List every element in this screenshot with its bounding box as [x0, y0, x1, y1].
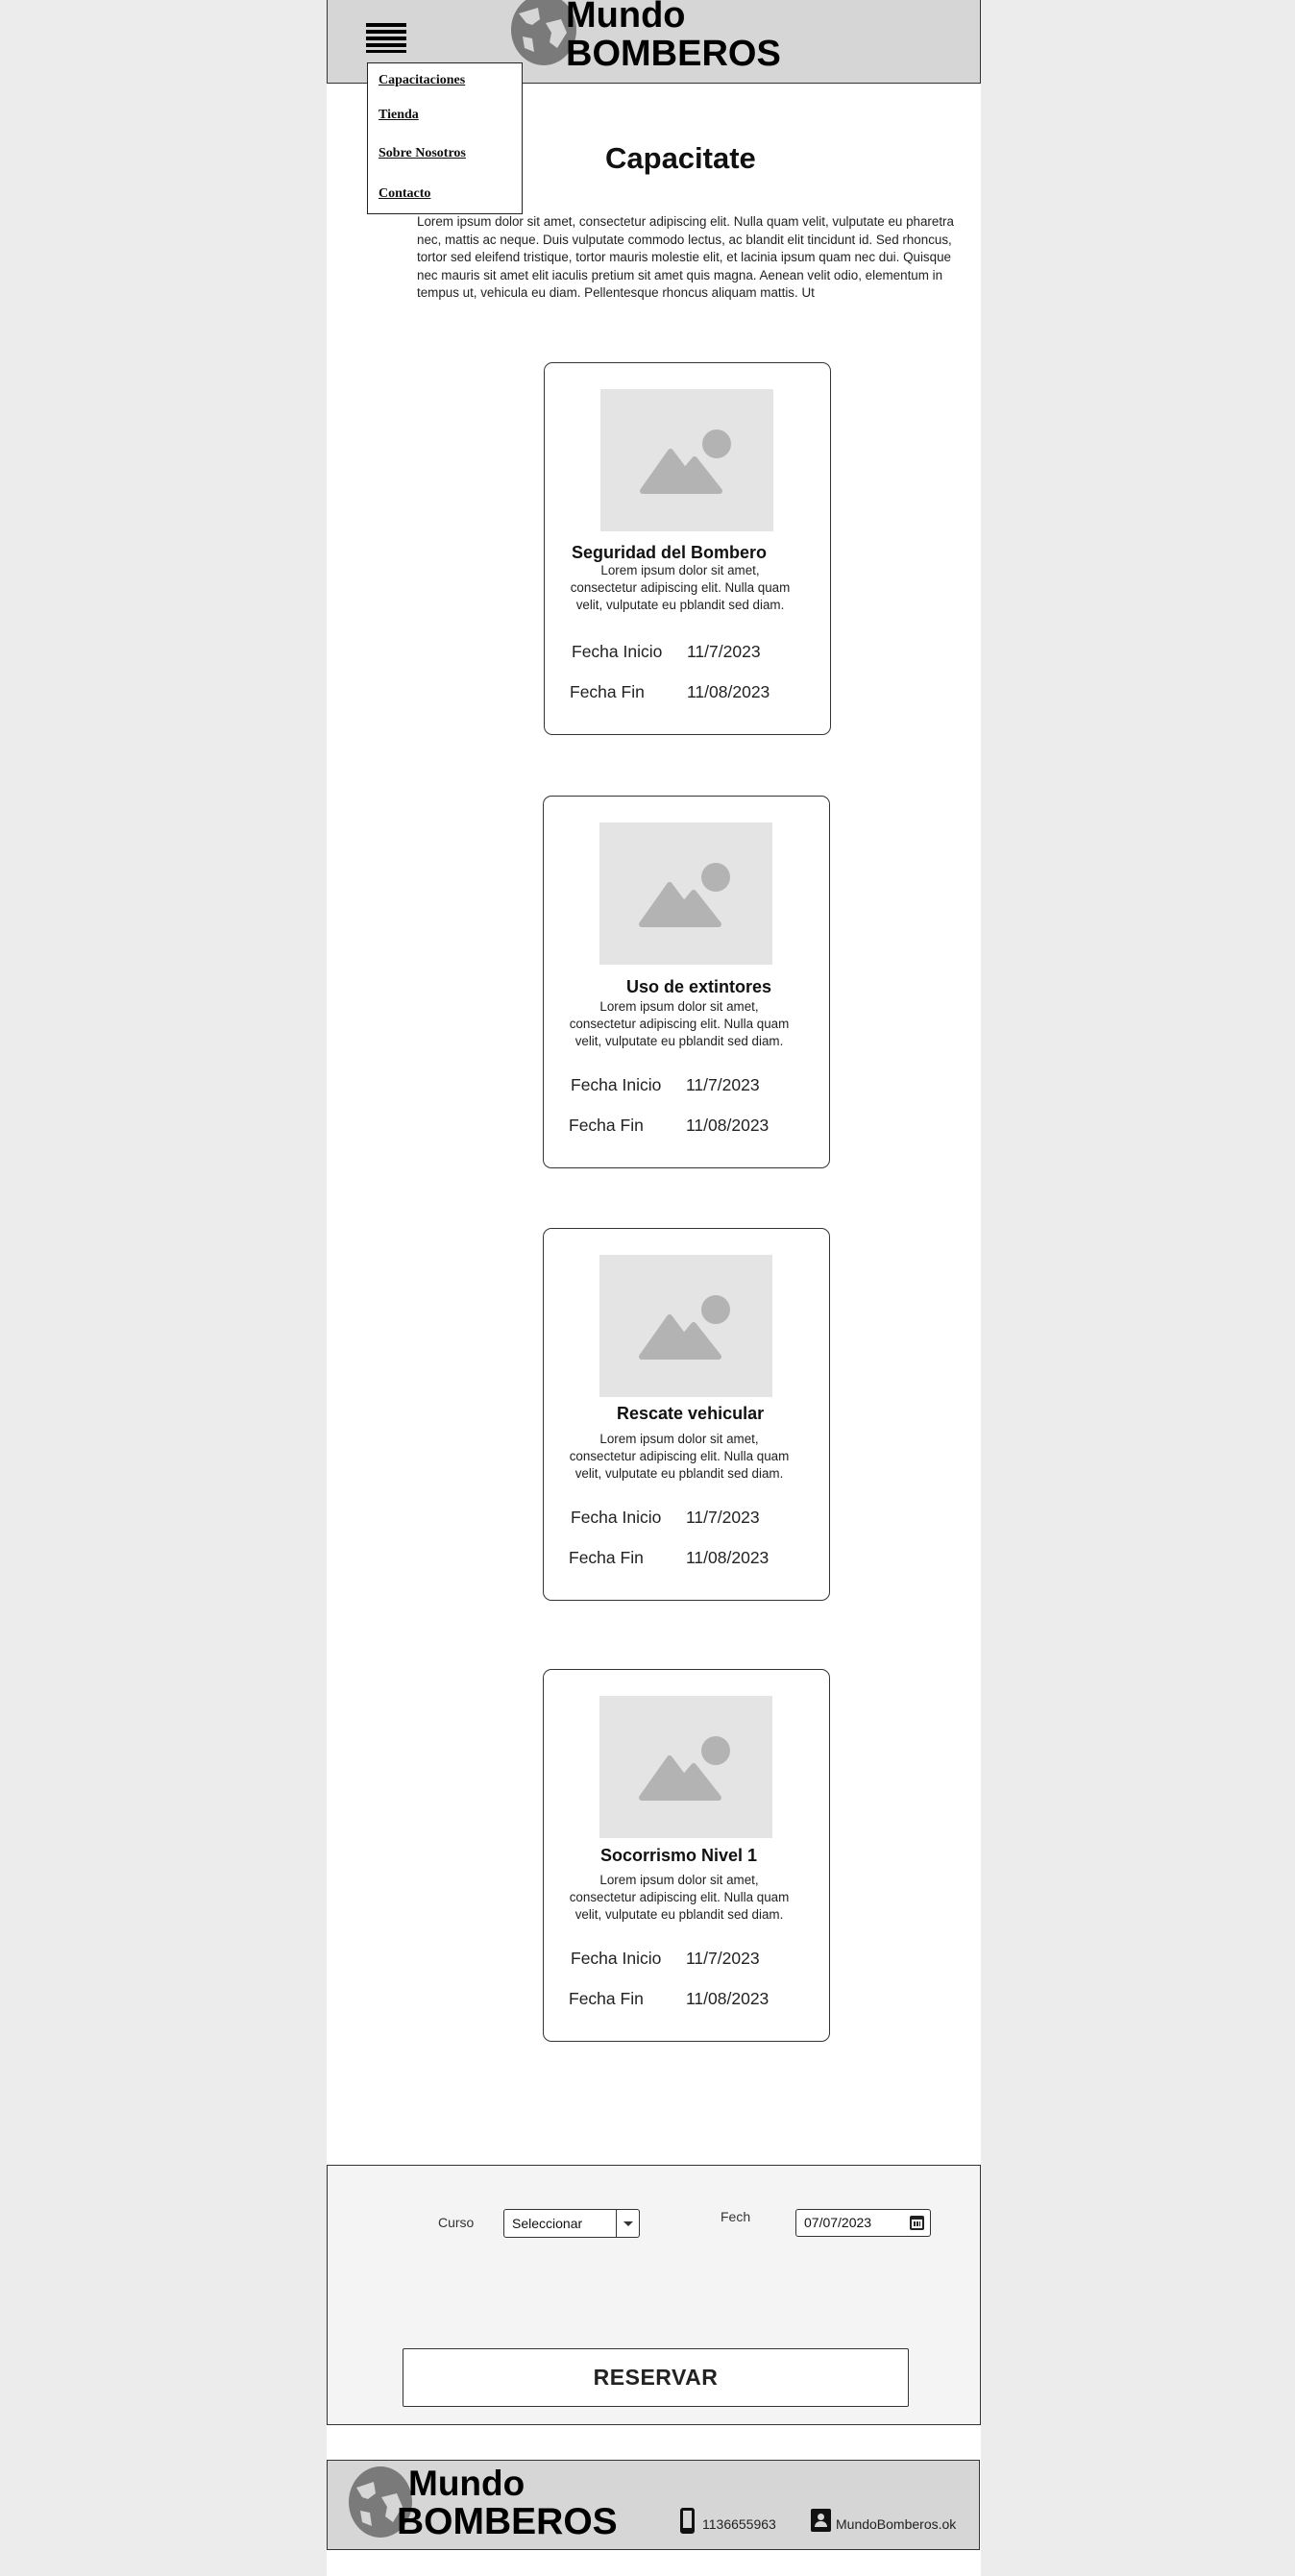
course-select[interactable]: Seleccionar — [503, 2209, 640, 2238]
start-date-value: 11/7/2023 — [686, 1508, 760, 1527]
end-date-value: 11/08/2023 — [686, 1989, 770, 2008]
date-input-value: 07/07/2023 — [804, 2215, 872, 2230]
image-placeholder-icon — [599, 822, 772, 965]
chevron-down-icon[interactable] — [616, 2210, 639, 2237]
end-date-label: Fecha Fin — [569, 1989, 644, 2008]
course-select-value: Seleccionar — [512, 2216, 583, 2231]
phone-icon — [680, 2508, 695, 2534]
end-date-value: 11/08/2023 — [687, 682, 770, 701]
end-date-label: Fecha Fin — [569, 1116, 644, 1135]
course-card[interactable]: Seguridad del Bombero Lorem ipsum dolor … — [544, 362, 831, 735]
course-title: Seguridad del Bombero — [572, 543, 768, 562]
start-date-value: 11/7/2023 — [687, 642, 761, 661]
course-title: Socorrismo Nivel 1 — [600, 1846, 758, 1865]
end-date-value: 11/08/2023 — [686, 1116, 770, 1135]
nav-item-contacto[interactable]: Contacto — [379, 186, 430, 202]
brand-line-2: BOMBEROS — [566, 34, 781, 74]
nav-item-capacitaciones[interactable]: Capacitaciones — [379, 73, 465, 88]
contact-handle[interactable]: MundoBomberos.ok — [836, 2516, 956, 2532]
course-title: Rescate vehicular — [617, 1404, 765, 1423]
booking-form: Curso Seleccionar Fech 07/07/2023 RESERV… — [327, 2165, 981, 2425]
page: Mundo BOMBEROS Capacitaciones Tienda Sob… — [327, 0, 981, 2576]
image-placeholder-icon — [600, 389, 773, 531]
brand-line-1: Mundo — [566, 0, 686, 36]
date-label: Fech — [721, 2209, 751, 2224]
start-date-label: Fecha Inicio — [572, 642, 663, 661]
image-placeholder-icon — [599, 1696, 772, 1838]
course-card[interactable]: Rescate vehicular Lorem ipsum dolor sit … — [543, 1228, 830, 1601]
hamburger-menu-icon[interactable] — [366, 23, 406, 53]
course-label: Curso — [438, 2215, 475, 2230]
course-card[interactable]: Uso de extintores Lorem ipsum dolor sit … — [543, 796, 830, 1168]
course-description: Lorem ipsum dolor sit amet, consectetur … — [569, 999, 790, 1049]
calendar-icon[interactable] — [910, 2216, 924, 2230]
date-input[interactable]: 07/07/2023 — [795, 2209, 931, 2237]
footer: Mundo BOMBEROS 1136655963 MundoBomberos.… — [327, 2460, 980, 2550]
start-date-label: Fecha Inicio — [571, 1949, 662, 1968]
start-date-label: Fecha Inicio — [571, 1075, 662, 1094]
nav-item-tienda[interactable]: Tienda — [379, 108, 419, 123]
image-placeholder-icon — [599, 1255, 772, 1397]
nav-item-sobre-nosotros[interactable]: Sobre Nosotros — [379, 146, 466, 161]
course-card[interactable]: Socorrismo Nivel 1 Lorem ipsum dolor sit… — [543, 1669, 830, 2042]
start-date-label: Fecha Inicio — [571, 1508, 662, 1527]
end-date-label: Fecha Fin — [569, 1548, 644, 1567]
course-title: Uso de extintores — [626, 977, 772, 996]
nav-dropdown: Capacitaciones Tienda Sobre Nosotros Con… — [367, 62, 523, 214]
footer-brand-line-2: BOMBEROS — [397, 2501, 618, 2542]
page-title: Capacitate — [605, 141, 756, 175]
start-date-value: 11/7/2023 — [686, 1075, 760, 1094]
intro-text: Lorem ipsum dolor sit amet, consectetur … — [417, 214, 954, 300]
contact-badge-icon — [811, 2509, 831, 2532]
end-date-value: 11/08/2023 — [686, 1548, 770, 1567]
end-date-label: Fecha Fin — [570, 682, 645, 701]
start-date-value: 11/7/2023 — [686, 1949, 760, 1968]
reserve-button[interactable]: RESERVAR — [403, 2348, 909, 2407]
footer-brand-line-1: Mundo — [408, 2464, 525, 2503]
course-description: Lorem ipsum dolor sit amet, consectetur … — [570, 563, 791, 613]
phone-number: 1136655963 — [702, 2516, 776, 2532]
course-description: Lorem ipsum dolor sit amet, consectetur … — [569, 1432, 790, 1482]
course-description: Lorem ipsum dolor sit amet, consectetur … — [569, 1873, 790, 1923]
